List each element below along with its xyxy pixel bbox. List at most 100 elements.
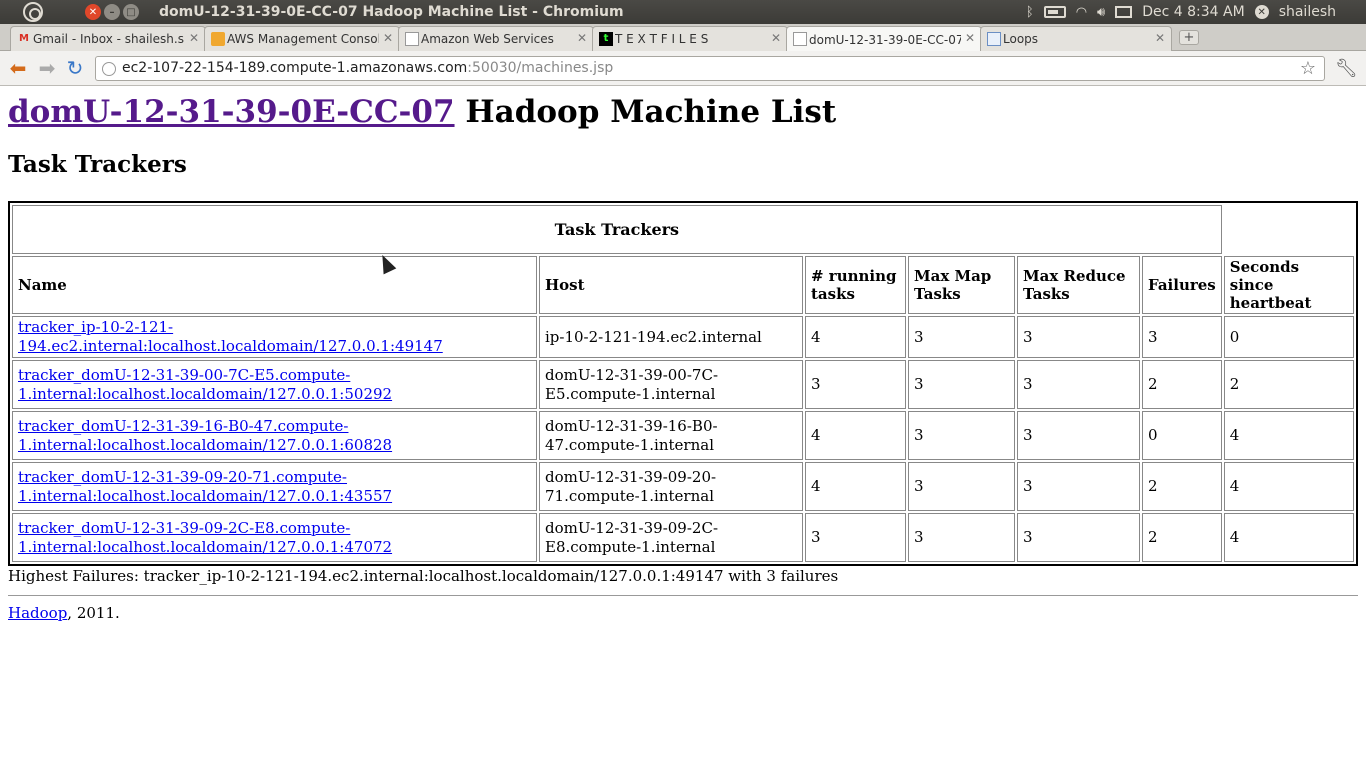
mail-icon[interactable] bbox=[1115, 6, 1133, 18]
failures-cell: 3 bbox=[1142, 316, 1222, 358]
failures-cell: 2 bbox=[1142, 462, 1222, 511]
volume-icon[interactable]: 🔊︎ bbox=[1097, 5, 1105, 20]
max-map-cell: 3 bbox=[908, 462, 1015, 511]
page-icon bbox=[987, 32, 1001, 46]
tab-aws-console[interactable]: AWS Management Consol ✕ bbox=[204, 26, 400, 51]
host-cell: domU-12-31-39-09-20-71.compute-1.interna… bbox=[539, 462, 803, 511]
task-trackers-table: Task Trackers Name Host # running tasks … bbox=[8, 201, 1358, 566]
back-button[interactable]: ⬅ bbox=[7, 57, 29, 79]
section-heading: Task Trackers bbox=[8, 151, 187, 178]
table-header-row: Name Host # running tasks Max Map Tasks … bbox=[12, 256, 1354, 314]
tracker-link[interactable]: tracker_domU-12-31-39-16-B0-47.compute-1… bbox=[18, 417, 392, 454]
wrench-menu-icon[interactable]: 🔧︎ bbox=[1335, 58, 1358, 79]
table-row: tracker_ip-10-2-121-194.ec2.internal:loc… bbox=[12, 316, 1354, 358]
site-info-icon[interactable] bbox=[102, 62, 116, 76]
empty-cell bbox=[1224, 205, 1354, 254]
tab-close-icon[interactable]: ✕ bbox=[771, 31, 781, 45]
reload-button[interactable]: ↻ bbox=[64, 57, 86, 79]
page-title-text: Hadoop Machine List bbox=[454, 94, 837, 130]
tab-close-icon[interactable]: ✕ bbox=[1155, 31, 1165, 45]
tab-close-icon[interactable]: ✕ bbox=[189, 31, 199, 45]
tab-gmail[interactable]: M Gmail - Inbox - shailesh.sha ✕ bbox=[10, 26, 206, 51]
user-status-icon[interactable]: ✕ bbox=[1254, 5, 1269, 19]
max-reduce-cell: 3 bbox=[1017, 360, 1140, 409]
page-icon bbox=[405, 32, 419, 46]
jobtracker-link[interactable]: domU-12-31-39-0E-CC-07 bbox=[8, 94, 455, 130]
highest-failures-summary: Highest Failures: tracker_ip-10-2-121-19… bbox=[8, 567, 839, 585]
clock[interactable]: Dec 4 8:34 AM bbox=[1142, 4, 1244, 20]
host-cell: ip-10-2-121-194.ec2.internal bbox=[539, 316, 803, 358]
tracker-link[interactable]: tracker_domU-12-31-39-09-20-71.compute-1… bbox=[18, 468, 392, 505]
host-cell: domU-12-31-39-00-7C-E5.compute-1.interna… bbox=[539, 360, 803, 409]
window-controls: ✕ – □ bbox=[85, 4, 139, 20]
tab-label: domU-12-31-39-0E-CC-07 bbox=[809, 32, 961, 47]
user-name[interactable]: shailesh bbox=[1279, 4, 1336, 20]
failures-cell: 2 bbox=[1142, 360, 1222, 409]
col-name: Name bbox=[12, 256, 537, 314]
failures-cell: 0 bbox=[1142, 411, 1222, 460]
window-title: domU-12-31-39-0E-CC-07 Hadoop Machine Li… bbox=[159, 4, 624, 20]
tracker-link[interactable]: tracker_domU-12-31-39-00-7C-E5.compute-1… bbox=[18, 366, 392, 403]
running-cell: 4 bbox=[805, 462, 906, 511]
max-reduce-cell: 3 bbox=[1017, 513, 1140, 562]
tracker-name-cell: tracker_domU-12-31-39-09-2C-E8.compute-1… bbox=[12, 513, 537, 562]
table-row: tracker_domU-12-31-39-16-B0-47.compute-1… bbox=[12, 411, 1354, 460]
wifi-icon[interactable]: ◠ bbox=[1076, 5, 1087, 20]
tab-amazon-web-services[interactable]: Amazon Web Services ✕ bbox=[398, 26, 594, 51]
col-seconds-since-heartbeat: Seconds since heartbeat bbox=[1223, 256, 1354, 314]
running-cell: 3 bbox=[805, 360, 906, 409]
max-map-cell: 3 bbox=[908, 513, 1015, 562]
tab-close-icon[interactable]: ✕ bbox=[965, 31, 975, 45]
running-cell: 4 bbox=[805, 411, 906, 460]
tracker-name-cell: tracker_domU-12-31-39-00-7C-E5.compute-1… bbox=[12, 360, 537, 409]
running-cell: 4 bbox=[805, 316, 906, 358]
tab-loops[interactable]: Loops ✕ bbox=[980, 26, 1172, 51]
tab-machine-list[interactable]: domU-12-31-39-0E-CC-07 ✕ bbox=[786, 26, 982, 52]
col-host: Host bbox=[539, 256, 803, 314]
tab-close-icon[interactable]: ✕ bbox=[577, 31, 587, 45]
os-top-panel: ✕ – □ domU-12-31-39-0E-CC-07 Hadoop Mach… bbox=[0, 0, 1366, 24]
heartbeat-cell: 4 bbox=[1223, 513, 1354, 562]
col-running-tasks: # running tasks bbox=[805, 256, 906, 314]
ubuntu-logo-icon[interactable] bbox=[23, 2, 43, 22]
window-close-button[interactable]: ✕ bbox=[85, 4, 101, 20]
tab-label: Loops bbox=[1003, 32, 1039, 46]
table-row: tracker_domU-12-31-39-09-2C-E8.compute-1… bbox=[12, 513, 1354, 562]
tracker-name-cell: tracker_ip-10-2-121-194.ec2.internal:loc… bbox=[12, 316, 537, 358]
tab-label: T E X T F I L E S bbox=[615, 32, 709, 46]
footer-text: , 2011. bbox=[67, 604, 120, 622]
tracker-link[interactable]: tracker_domU-12-31-39-09-2C-E8.compute-1… bbox=[18, 519, 392, 556]
tracker-link[interactable]: tracker_ip-10-2-121-194.ec2.internal:loc… bbox=[18, 318, 443, 355]
page-title: domU-12-31-39-0E-CC-07 Hadoop Machine Li… bbox=[8, 94, 1358, 130]
heartbeat-cell: 0 bbox=[1223, 316, 1354, 358]
tab-textfiles[interactable]: t T E X T F I L E S ✕ bbox=[592, 26, 788, 51]
tab-close-icon[interactable]: ✕ bbox=[383, 31, 393, 45]
browser-toolbar: ⬅ ➡ ↻ ec2-107-22-154-189.compute-1.amazo… bbox=[0, 51, 1366, 86]
tab-label: Gmail - Inbox - shailesh.sha bbox=[33, 32, 185, 46]
failures-cell: 2 bbox=[1142, 513, 1222, 562]
bluetooth-icon[interactable]: ᛒ bbox=[1026, 5, 1034, 20]
aws-icon bbox=[211, 32, 225, 46]
col-failures: Failures bbox=[1142, 256, 1222, 314]
hadoop-link[interactable]: Hadoop bbox=[8, 604, 67, 622]
bookmark-star-icon[interactable]: ☆ bbox=[1300, 57, 1316, 80]
max-reduce-cell: 3 bbox=[1017, 411, 1140, 460]
table-row: tracker_domU-12-31-39-00-7C-E5.compute-1… bbox=[12, 360, 1354, 409]
new-tab-button[interactable]: + bbox=[1179, 30, 1199, 45]
url-path: :50030/machines.jsp bbox=[467, 60, 614, 76]
textfiles-icon: t bbox=[599, 32, 613, 46]
tab-label: Amazon Web Services bbox=[421, 32, 554, 46]
heartbeat-cell: 4 bbox=[1223, 462, 1354, 511]
forward-button[interactable]: ➡ bbox=[36, 57, 58, 79]
max-map-cell: 3 bbox=[908, 411, 1015, 460]
tab-label: AWS Management Consol bbox=[227, 32, 379, 46]
host-cell: domU-12-31-39-16-B0-47.compute-1.interna… bbox=[539, 411, 803, 460]
battery-icon[interactable] bbox=[1043, 6, 1066, 18]
footer: Hadoop, 2011. bbox=[8, 604, 1358, 622]
address-bar[interactable]: ec2-107-22-154-189.compute-1.amazonaws.c… bbox=[95, 56, 1325, 81]
window-maximize-button[interactable]: □ bbox=[123, 4, 139, 20]
max-reduce-cell: 3 bbox=[1017, 316, 1140, 358]
gmail-icon: M bbox=[19, 33, 29, 44]
window-minimize-button[interactable]: – bbox=[104, 4, 120, 20]
tab-strip: M Gmail - Inbox - shailesh.sha ✕ AWS Man… bbox=[0, 24, 1366, 52]
